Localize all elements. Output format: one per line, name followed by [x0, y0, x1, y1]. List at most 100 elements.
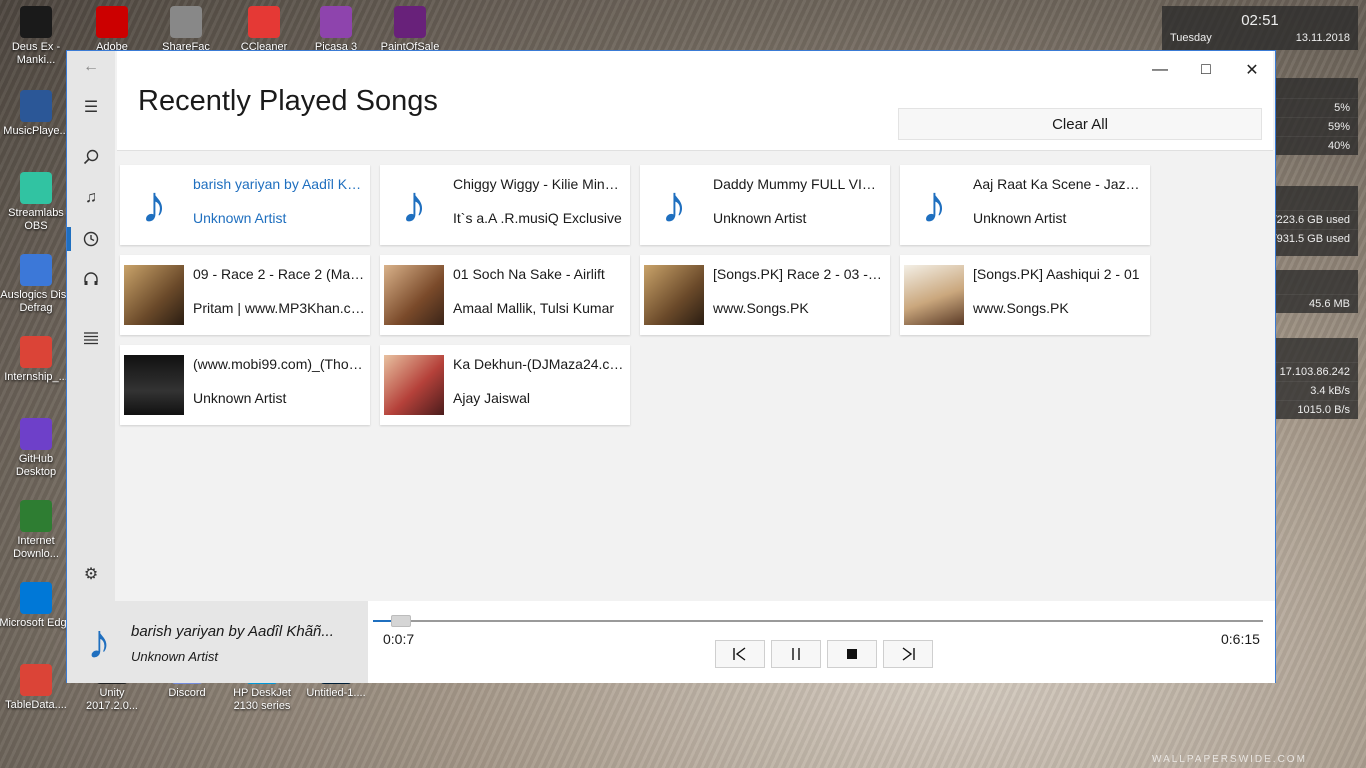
- previous-button[interactable]: [715, 640, 765, 668]
- ccleaner-icon: [248, 6, 280, 38]
- next-button[interactable]: [883, 640, 933, 668]
- song-title: barish yariyan by Aadîl Khãñ: [193, 176, 365, 192]
- song-card[interactable]: 01 Soch Na Sake - Airlift Amaal Mallik, T…: [380, 255, 630, 335]
- song-title: Ka Dekhun-(DJMaza24.com): [453, 356, 625, 372]
- desktop-shortcut[interactable]: TableData....: [0, 664, 74, 712]
- desktop-shortcut[interactable]: Auslogics Disk Defrag: [0, 254, 74, 315]
- desktop-shortcut-label: Auslogics Disk Defrag: [0, 289, 72, 314]
- music-note-icon: ♪: [921, 176, 947, 234]
- now-playing-panel[interactable]: ♪ barish yariyan by Aadîl Khãñ... Unknow…: [67, 601, 368, 683]
- adobe-icon: [96, 6, 128, 38]
- album-art: [384, 355, 444, 415]
- edge-icon: [20, 582, 52, 614]
- hamburger-menu-icon[interactable]: ☰: [67, 87, 115, 127]
- minimize-icon[interactable]: —: [1137, 55, 1183, 85]
- desktop-shortcut[interactable]: ShareFac: [148, 6, 224, 54]
- stop-icon: [847, 649, 857, 659]
- cpu-row: 5%: [1334, 102, 1350, 114]
- desktop-shortcut[interactable]: MusicPlaye...: [0, 90, 74, 138]
- bin-size: 45.6 MB: [1309, 298, 1350, 310]
- seek-progress: [373, 620, 391, 622]
- search-icon[interactable]: [67, 137, 115, 177]
- back-icon[interactable]: ←: [67, 47, 115, 87]
- song-title: Daddy Mummy FULL VIDEO: [713, 176, 885, 192]
- clock-icon[interactable]: [67, 219, 115, 259]
- music-note-icon: ♪: [401, 176, 427, 234]
- music-note-icon: ♪: [87, 616, 111, 669]
- song-artist: It`s a.A .R.musiQ Exclusive: [453, 210, 622, 226]
- wallpaper-watermark: WALLPAPERSWIDE.COM: [1152, 754, 1307, 765]
- seek-slider[interactable]: [373, 615, 1263, 627]
- picasa-icon: [320, 6, 352, 38]
- seek-thumb[interactable]: [390, 615, 411, 627]
- album-art: [384, 265, 444, 325]
- desktop-shortcut-label: Microsoft Edge: [0, 617, 73, 629]
- close-icon[interactable]: ✕: [1229, 55, 1275, 85]
- headphones-icon[interactable]: [67, 259, 115, 299]
- clock-day: Tuesday: [1170, 32, 1212, 44]
- pause-button[interactable]: [771, 640, 821, 668]
- word-doc-icon: [20, 90, 52, 122]
- desktop-shortcut-label: Deus Ex - Manki...: [11, 41, 61, 66]
- desktop-shortcut[interactable]: Streamlabs OBS: [0, 172, 74, 233]
- page-title: Recently Played Songs: [138, 85, 438, 117]
- desktop-shortcut[interactable]: Internet Downlo...: [0, 500, 74, 561]
- stop-button[interactable]: [827, 640, 877, 668]
- song-title: 01 Soch Na Sake - Airlift: [453, 266, 605, 282]
- settings-icon[interactable]: ⚙: [67, 554, 115, 594]
- clock-time: 02:51: [1241, 12, 1279, 29]
- song-card[interactable]: (www.mobi99.com)_(Tholi Prema) Unknown Ar…: [120, 345, 370, 425]
- visual-studio-icon: [394, 6, 426, 38]
- song-title: Chiggy Wiggy - Kilie Minogue: [453, 176, 625, 192]
- desktop-shortcut-label: HP DeskJet 2130 series: [233, 687, 291, 712]
- song-card[interactable]: [Songs.PK] Race 2 - 03 - Lat Lag Gayee ww…: [640, 255, 890, 335]
- clock-date: 13.11.2018: [1295, 32, 1350, 44]
- song-title: [Songs.PK] Race 2 - 03 - Lat Lag Gayee: [713, 266, 885, 282]
- song-title: [Songs.PK] Aashiqui 2 - 01: [973, 266, 1140, 282]
- song-artist: www.Songs.PK: [713, 300, 809, 316]
- player-bar: ♪ barish yariyan by Aadîl Khãñ... Unknow…: [67, 601, 1275, 683]
- song-card[interactable]: ♪ Chiggy Wiggy - Kilie Minogue It`s a.A .R…: [380, 165, 630, 245]
- desktop-shortcut[interactable]: GitHub Desktop: [0, 418, 74, 479]
- pause-icon: [792, 648, 800, 660]
- song-card[interactable]: Ka Dekhun-(DJMaza24.com) Ajay Jaiswal: [380, 345, 630, 425]
- list-icon[interactable]: [67, 318, 115, 358]
- desktop-shortcut-label: Discord: [168, 687, 206, 699]
- song-card[interactable]: [Songs.PK] Aashiqui 2 - 01 www.Songs.PK: [900, 255, 1150, 335]
- desktop-shortcut[interactable]: Deus Ex - Manki...: [0, 6, 74, 67]
- song-card[interactable]: ♪ Aaj Raat Ka Scene - Jazbaa Unknown Artis…: [900, 165, 1150, 245]
- disk-row: /931.5 GB used: [1273, 233, 1350, 245]
- album-art: [124, 265, 184, 325]
- desktop-shortcut[interactable]: Microsoft Edge: [0, 582, 74, 630]
- desktop-shortcut-label: Untitled-1....: [306, 687, 366, 699]
- printer-icon: [170, 6, 202, 38]
- song-card[interactable]: 09 - Race 2 - Race 2 (Mashup) Pritam | ww…: [120, 255, 370, 335]
- song-artist: Unknown Artist: [193, 390, 287, 406]
- game-icon: [20, 6, 52, 38]
- album-art: [644, 265, 704, 325]
- desktop-shortcut[interactable]: Picasa 3: [298, 6, 374, 54]
- song-card[interactable]: ♪ Daddy Mummy FULL VIDEO Unknown Artist: [640, 165, 890, 245]
- song-card[interactable]: ♪ barish yariyan by Aadîl Khãñ Unknown Art…: [120, 165, 370, 245]
- total-duration: 0:6:15: [1221, 631, 1260, 647]
- album-art: [904, 265, 964, 325]
- desktop-shortcut-label: Streamlabs OBS: [8, 207, 64, 232]
- clear-all-button[interactable]: Clear All: [898, 108, 1262, 140]
- desktop-shortcut[interactable]: PaintOfSale: [372, 6, 448, 54]
- song-title: (www.mobi99.com)_(Tholi Prema): [193, 356, 365, 372]
- desktop-shortcut-label: Internship_...: [4, 371, 68, 383]
- desktop-shortcut-label: Unity 2017.2.0...: [86, 687, 138, 712]
- maximize-icon[interactable]: □: [1183, 55, 1229, 85]
- desktop-shortcut-label: GitHub Desktop: [15, 453, 57, 478]
- desktop-shortcut-label: TableData....: [5, 699, 67, 711]
- music-note-icon[interactable]: ♫: [67, 178, 115, 218]
- song-artist: Amaal Mallik, Tulsi Kumar: [453, 300, 615, 316]
- desktop-shortcut[interactable]: CCleaner: [226, 6, 302, 54]
- song-title: Aaj Raat Ka Scene - Jazbaa: [973, 176, 1145, 192]
- net-row: 3.4 kB/s: [1310, 385, 1350, 397]
- github-icon: [20, 418, 52, 450]
- net-row: 17.103.86.242: [1279, 366, 1350, 378]
- music-player-window: ← ☰ ♫ ⚙ Recently Played Songs — □ ✕ Clea…: [66, 50, 1276, 683]
- desktop-shortcut[interactable]: Internship_...: [0, 336, 74, 384]
- music-note-icon: ♪: [141, 176, 167, 234]
